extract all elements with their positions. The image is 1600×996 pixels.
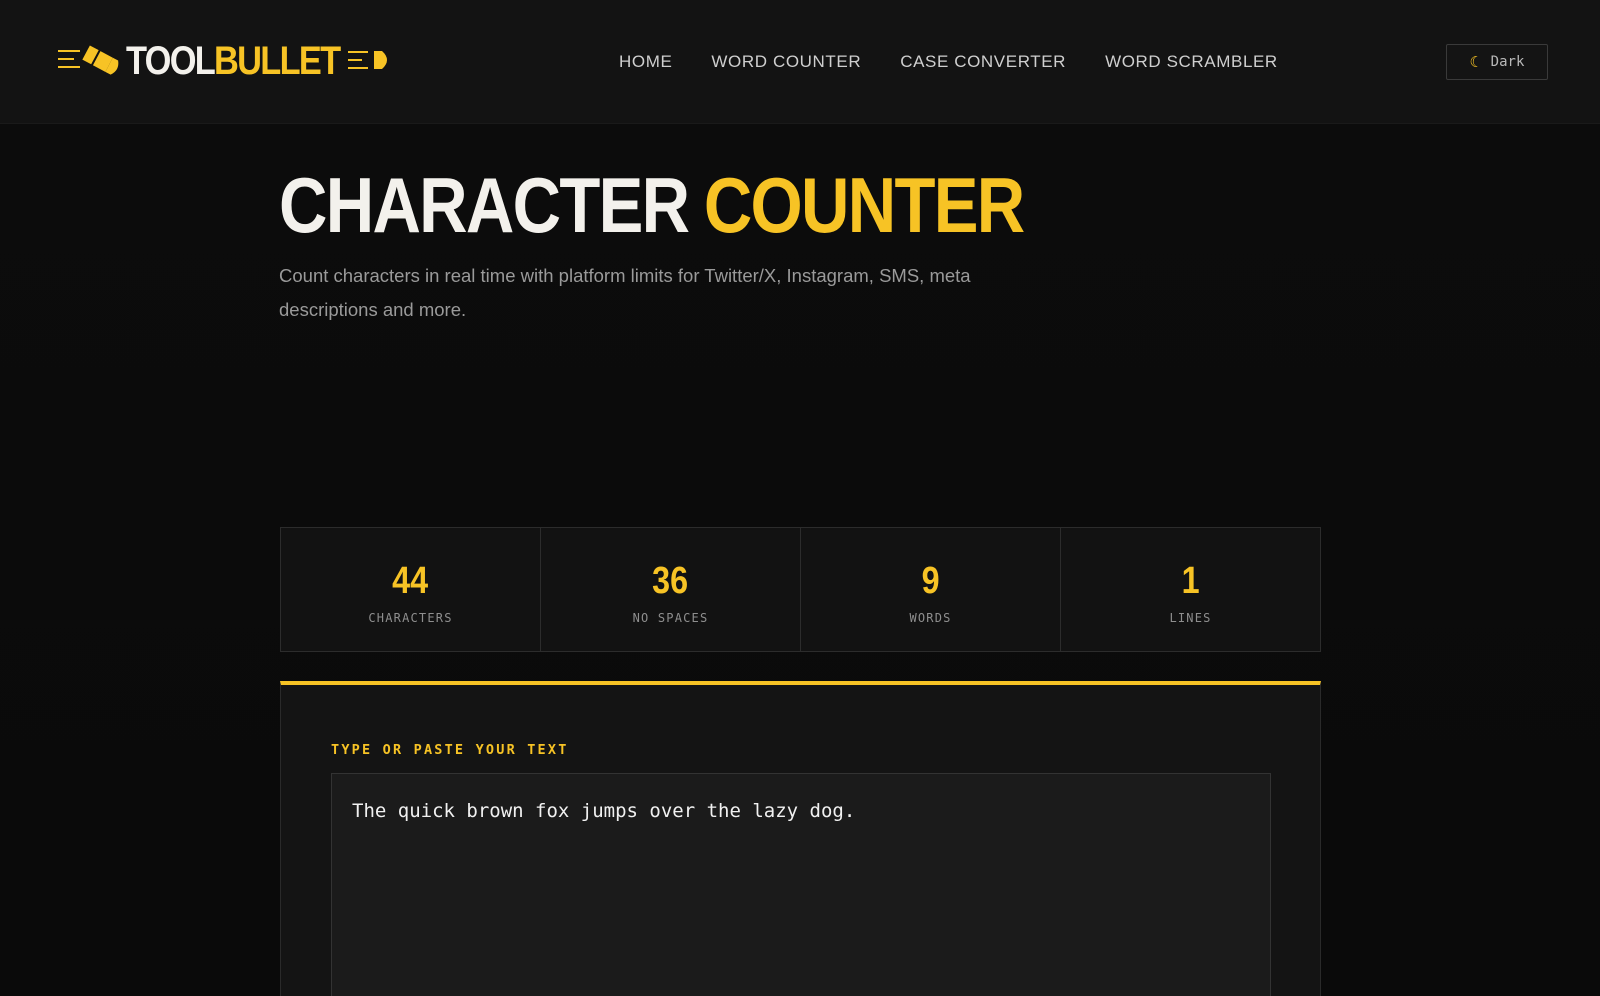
- editor-card: TYPE OR PASTE YOUR TEXT The quick brown …: [280, 681, 1321, 996]
- page-title-accent: COUNTER: [703, 161, 1025, 249]
- stat-no-spaces: 36 NO SPACES: [541, 528, 801, 651]
- stat-label: CHARACTERS: [368, 611, 453, 625]
- logo-link[interactable]: TOOLBULLET: [56, 38, 394, 84]
- stat-value: 36: [652, 560, 689, 602]
- stat-characters: 44 CHARACTERS: [281, 528, 541, 651]
- stat-value: 1: [1181, 560, 1200, 602]
- logo-bullet-text: BULLET: [214, 39, 341, 83]
- text-input[interactable]: The quick brown fox jumps over the lazy …: [331, 773, 1271, 996]
- main-nav: HOME WORD COUNTER CASE CONVERTER WORD SC…: [619, 50, 1317, 74]
- theme-toggle-label: Dark: [1490, 54, 1525, 70]
- moon-icon: ☾: [1469, 52, 1479, 71]
- nav-word-counter[interactable]: WORD COUNTER: [711, 50, 861, 74]
- nav-case-converter[interactable]: CASE CONVERTER: [900, 50, 1066, 74]
- editor-label: TYPE OR PASTE YOUR TEXT: [331, 742, 569, 758]
- page-description: Count characters in real time with platf…: [279, 265, 971, 320]
- stat-value: 44: [392, 560, 429, 602]
- bullet-speed-icon: [58, 45, 119, 75]
- logo-wordmark: TOOLBULLET: [126, 38, 341, 84]
- stat-words: 9 WORDS: [801, 528, 1061, 651]
- page-title-main: CHARACTER: [279, 161, 690, 249]
- stat-value: 9: [921, 560, 940, 602]
- site-header: TOOLBULLET HOME WORD COUNTER CASE CONVER…: [0, 0, 1600, 124]
- stat-label: WORDS: [909, 611, 952, 625]
- stat-lines: 1 LINES: [1061, 528, 1320, 651]
- logo-tool-text: TOOL: [126, 39, 216, 83]
- nav-word-scrambler[interactable]: WORD SCRAMBLER: [1105, 50, 1278, 74]
- page-title: CHARACTER COUNTER: [279, 160, 1025, 250]
- bullet-tip-icon: [348, 51, 387, 69]
- theme-toggle-button[interactable]: ☾ Dark: [1446, 44, 1548, 80]
- nav-home[interactable]: HOME: [619, 50, 672, 74]
- stats-bar: 44 CHARACTERS 36 NO SPACES 9 WORDS 1 LIN…: [280, 527, 1321, 652]
- page: TOOLBULLET HOME WORD COUNTER CASE CONVER…: [0, 0, 1600, 996]
- stat-label: NO SPACES: [632, 611, 709, 625]
- stat-label: LINES: [1169, 611, 1212, 625]
